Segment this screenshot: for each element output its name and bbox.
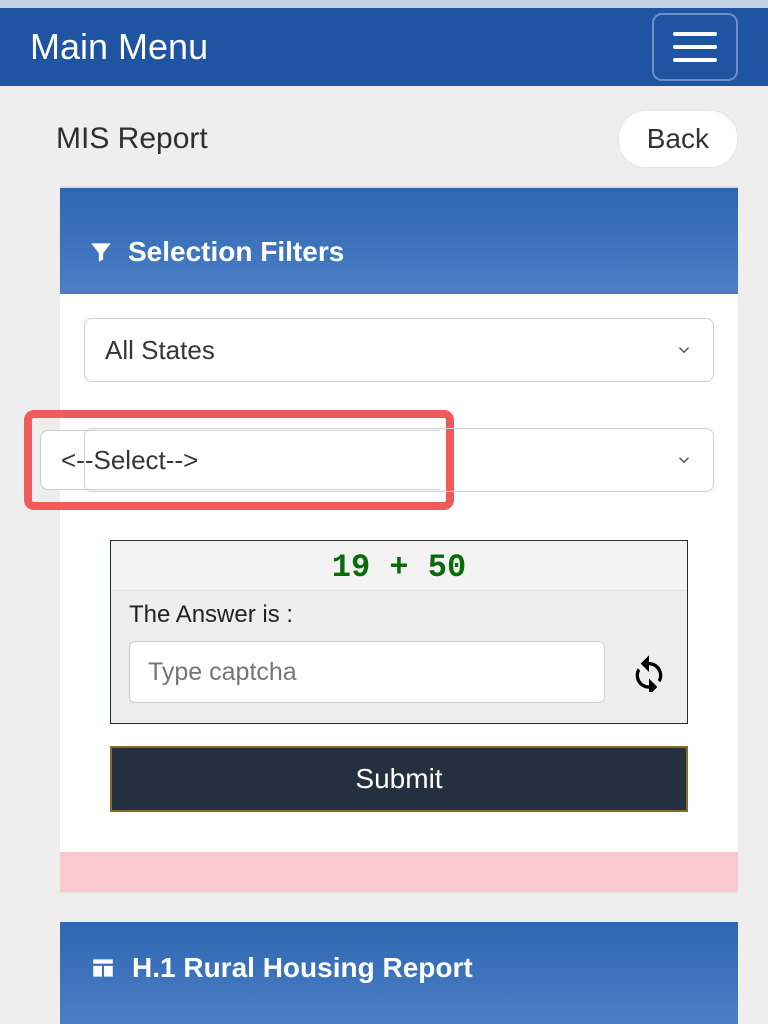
captcha-question: 19 + 50 [111, 541, 687, 591]
highlighted-select-annotation: <--Select--> [24, 410, 454, 510]
captcha-input[interactable] [129, 641, 605, 703]
chevron-down-icon [675, 341, 693, 359]
app-bar: Main Menu [0, 8, 768, 86]
captcha-label: The Answer is : [129, 601, 669, 629]
table-icon [88, 955, 118, 981]
hamburger-menu-button[interactable] [652, 13, 738, 81]
top-accent-strip [0, 0, 768, 8]
sub-header: MIS Report Back [0, 86, 768, 186]
selection-filters-title: Selection Filters [128, 236, 344, 268]
page-title: MIS Report [56, 122, 208, 156]
report-type-select-value: <--Select--> [61, 445, 198, 476]
rural-housing-report-header[interactable]: H.1 Rural Housing Report [60, 922, 738, 1024]
captcha-panel: 19 + 50 The Answer is : [110, 540, 688, 724]
error-strip [60, 852, 738, 892]
refresh-captcha-button[interactable] [629, 652, 669, 692]
chevron-down-icon [675, 451, 693, 469]
filter-icon [88, 239, 114, 265]
back-button[interactable]: Back [618, 110, 738, 168]
selection-filters-card: Selection Filters All States [60, 186, 738, 892]
submit-button[interactable]: Submit [110, 746, 688, 812]
rural-housing-report-title: H.1 Rural Housing Report [132, 952, 473, 984]
app-title: Main Menu [30, 26, 208, 68]
selection-filters-header: Selection Filters [60, 188, 738, 294]
report-type-select[interactable]: <--Select--> [40, 430, 440, 490]
state-select-value: All States [105, 335, 215, 366]
state-select[interactable]: All States [84, 318, 714, 382]
